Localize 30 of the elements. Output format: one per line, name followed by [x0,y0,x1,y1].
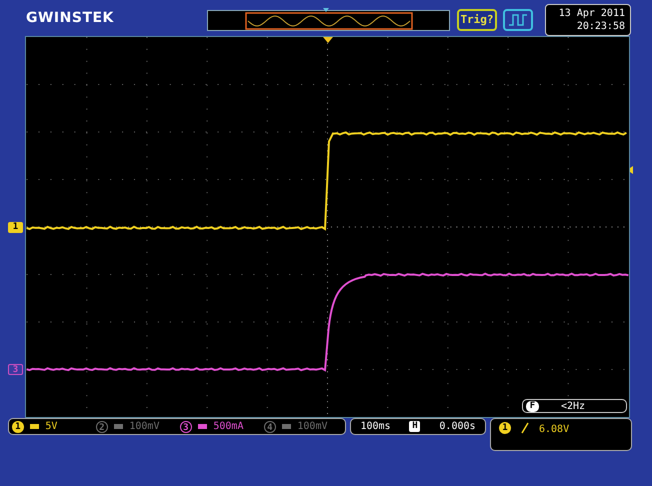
channel-marker: 1 [8,222,23,233]
channel-scale: 100mV [129,420,160,434]
time-text: 20:23:58 [576,20,625,33]
trigger-level: 6.08V [539,423,570,437]
dc-coupling-icon [114,424,124,429]
filter-value: <2Hz [561,400,586,414]
dc-coupling-icon [282,424,292,429]
channel-number: 3 [180,420,192,432]
trigger-level-icon [627,166,633,174]
channel-number: 2 [96,420,108,432]
trigger-mode-icon [503,9,533,31]
horizontal-label: H [409,421,420,432]
channel-scale: 500mA [213,420,244,434]
dc-coupling-icon [198,424,208,429]
trigger-source: 1 [499,422,511,434]
channel-number: 4 [264,420,276,432]
date-text: 13 Apr 2011 [558,7,625,20]
edge-slope-icon [521,422,529,434]
channel-marker: 3 [8,364,23,375]
timebase-scale: 100ms [360,420,391,434]
horizontal-position: 0.000s [439,420,476,434]
trigger-position-icon [323,37,333,43]
brand-logo: GWINSTEK [26,9,114,28]
channel-number: 1 [12,420,24,432]
filter-label: F [526,400,539,412]
dc-coupling-icon [30,424,40,429]
trigger-status: Trig? [457,9,497,31]
channel-scale: 100mV [297,420,328,434]
position-marker-icon [323,8,329,12]
channel-scale: 5V [45,420,58,434]
